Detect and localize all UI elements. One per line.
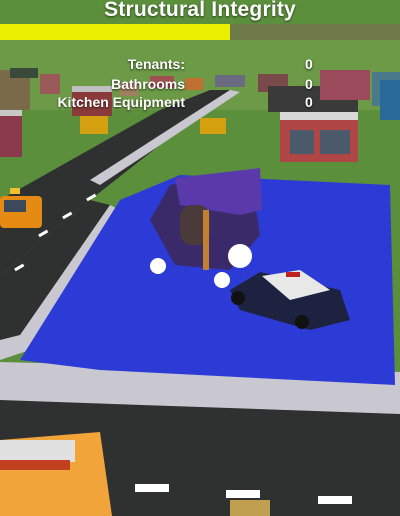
bathrooms-value: 0 [305,76,313,92]
stat-row-bathrooms: Bathrooms 0 [0,76,400,94]
bathrooms-label: Bathrooms [111,76,185,92]
tenants-label: Tenants: [127,56,185,72]
stat-row-kitchen-equipment: Kitchen Equipment 0 [0,94,400,112]
integrity-bar-fill [0,24,230,40]
shop-building [280,112,358,162]
tenants-value: 0 [305,56,313,72]
structural-integrity-title: Structural Integrity [104,0,296,21]
kitchen-equipment-label: Kitchen Equipment [57,94,185,110]
kitchen-equipment-value: 0 [305,94,313,110]
stat-row-tenants: Tenants: 0 [0,56,400,74]
integrity-bar [0,24,400,40]
